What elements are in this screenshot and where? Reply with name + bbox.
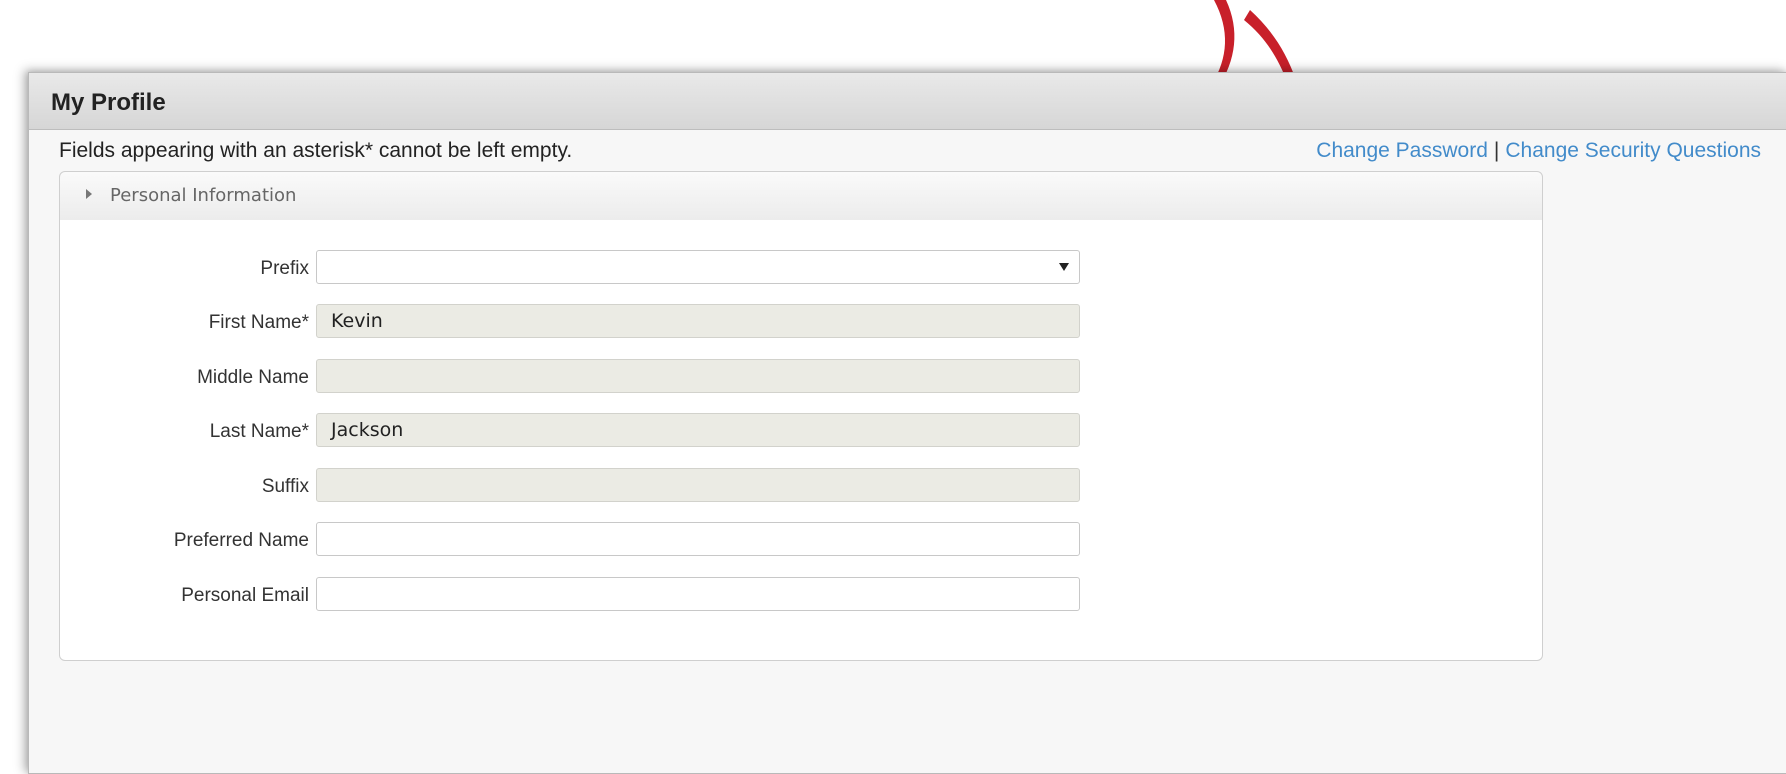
middle-name-row: Middle Name: [60, 359, 1542, 397]
panel-header: My Profile: [29, 73, 1786, 130]
suffix-field: [316, 468, 1080, 502]
first-name-field: Kevin: [316, 304, 1080, 338]
account-links: Change Password | Change Security Question…: [1316, 139, 1761, 163]
first-name-row: First Name* Kevin: [60, 304, 1542, 342]
preferred-name-input[interactable]: [316, 522, 1080, 556]
personal-information-form: Prefix First Name* Kevin Middle Name Las…: [59, 220, 1543, 661]
suffix-label: Suffix: [261, 476, 309, 497]
caret-right-icon: [86, 189, 92, 199]
section-title: Personal Information: [110, 185, 297, 206]
link-separator: |: [1493, 139, 1500, 162]
middle-name-field: [316, 359, 1080, 393]
preferred-name-row: Preferred Name: [60, 522, 1542, 560]
prefix-label: Prefix: [260, 258, 309, 279]
change-security-questions-link[interactable]: Change Security Questions: [1505, 139, 1761, 162]
first-name-label: First Name*: [208, 312, 309, 333]
last-name-row: Last Name* Jackson: [60, 413, 1542, 451]
suffix-row: Suffix: [60, 468, 1542, 506]
middle-name-label: Middle Name: [197, 367, 309, 388]
preferred-name-label: Preferred Name: [173, 530, 309, 551]
last-name-label: Last Name*: [209, 421, 309, 442]
personal-email-row: Personal Email: [60, 577, 1542, 615]
page-title: My Profile: [51, 89, 166, 116]
profile-panel: My Profile Fields appearing with an aste…: [28, 72, 1786, 774]
personal-email-input[interactable]: [316, 577, 1080, 611]
last-name-field: Jackson: [316, 413, 1080, 447]
prefix-select[interactable]: [316, 250, 1080, 284]
prefix-row: Prefix: [60, 250, 1542, 288]
personal-email-label: Personal Email: [181, 585, 309, 606]
change-password-link[interactable]: Change Password: [1316, 139, 1488, 162]
personal-information-toggle[interactable]: Personal Information: [59, 171, 1543, 221]
required-fields-note: Fields appearing with an asterisk* canno…: [59, 139, 573, 162]
dropdown-arrow-icon: [1059, 263, 1069, 271]
